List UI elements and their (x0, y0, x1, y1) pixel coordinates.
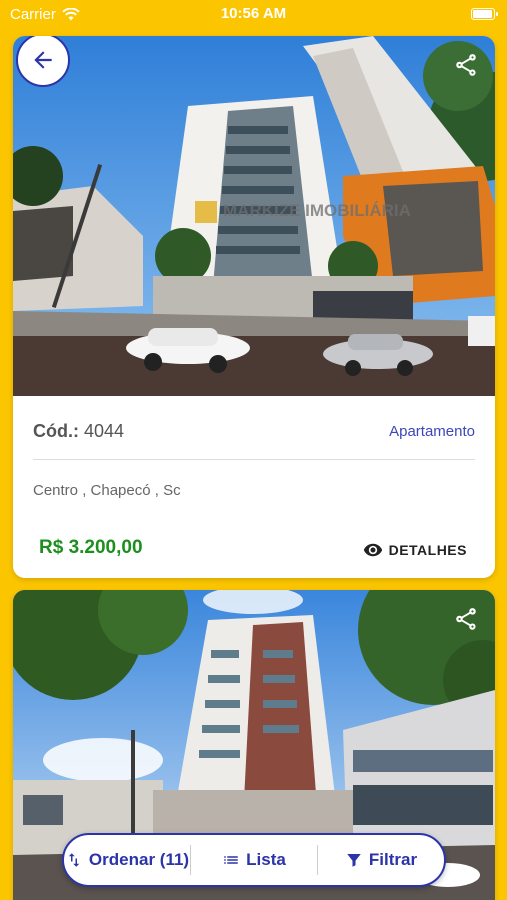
listing-price: R$ 3.200,00 (39, 537, 143, 558)
listing-code: Cód.: 4044 (33, 421, 124, 442)
battery-level (473, 10, 492, 18)
status-bar: Carrier 10:56 AM (0, 0, 507, 30)
listing-code-label: Cód.: (33, 421, 79, 441)
listing-info: Cód.: 4044 Apartamento Centro , Chapecó … (13, 396, 495, 578)
eye-icon (363, 543, 382, 557)
share-button[interactable] (451, 604, 481, 634)
funnel-icon (347, 854, 361, 867)
status-time: 10:56 AM (220, 5, 287, 22)
details-label: DETALHES (388, 542, 467, 558)
sort-button[interactable]: Ordenar (11) (64, 835, 190, 885)
details-button[interactable]: DETALHES (363, 540, 467, 560)
list-view-button[interactable]: Lista (191, 835, 317, 885)
building-photo-image: MARKIZE IMOBILIÁRIA (13, 36, 495, 396)
filter-label: Filtrar (368, 850, 418, 869)
divider (33, 459, 475, 460)
action-bar: Ordenar (11) Lista Filtrar (62, 833, 446, 887)
share-icon (456, 608, 476, 630)
listing-code-value: 4044 (84, 421, 125, 441)
watermark-text: MARKIZE IMOBILIÁRIA (223, 201, 411, 220)
share-button[interactable] (451, 50, 481, 80)
sort-label: Ordenar (11) (88, 850, 190, 869)
arrow-left-icon (34, 51, 52, 69)
battery-icon (471, 8, 498, 20)
listing-photo[interactable]: MARKIZE IMOBILIÁRIA (13, 36, 495, 396)
listing-code-row: Cód.: 4044 Apartamento (33, 421, 475, 447)
listing-card[interactable]: MARKIZE IMOBILIÁRIA Cód.: 4044 Apartamen… (13, 36, 495, 578)
listing-location: Centro , Chapecó , Sc (33, 482, 181, 499)
list-label: Lista (246, 850, 286, 869)
list-icon (224, 856, 238, 864)
sort-arrows-icon (68, 853, 80, 867)
listing-type: Apartamento (389, 423, 475, 440)
filter-button[interactable]: Filtrar (318, 835, 444, 885)
share-icon (456, 54, 476, 76)
